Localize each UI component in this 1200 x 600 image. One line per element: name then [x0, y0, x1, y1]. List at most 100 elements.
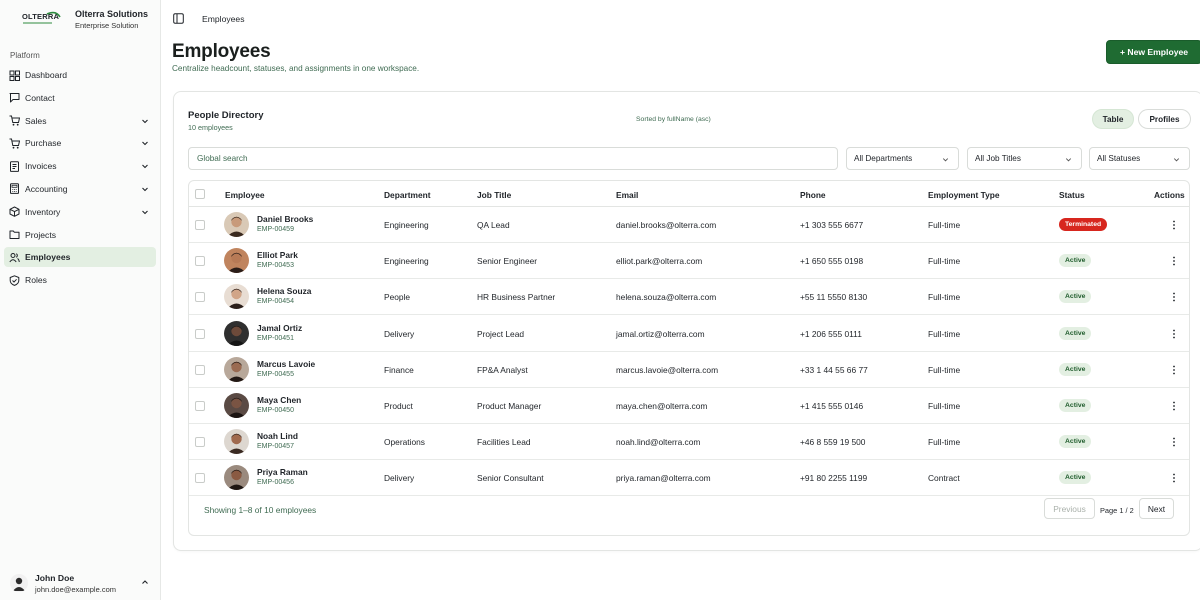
table-row[interactable]: Elliot Park EMP-00453 Engineering Senior En… — [189, 243, 1189, 280]
previous-page-button[interactable]: Previous — [1044, 498, 1095, 519]
row-checkbox[interactable] — [195, 364, 205, 375]
employee-id: EMP-00450 — [257, 407, 294, 414]
employment-type-cell: Full-time — [928, 401, 961, 411]
sidebar-item-accounting[interactable]: Accounting — [4, 179, 156, 199]
job-title-cell: QA Lead — [477, 220, 510, 230]
email-cell: elliot.park@olterra.com — [616, 256, 703, 267]
chevron-down-icon — [142, 119, 148, 123]
column-header-phone[interactable]: Phone — [800, 190, 826, 200]
table-row[interactable]: Marcus Lavoie EMP-00455 Finance FP&A Analys… — [189, 352, 1189, 388]
employee-name[interactable]: Marcus Lavoie — [257, 359, 315, 369]
column-header-department[interactable]: Department — [384, 190, 431, 200]
department-filter[interactable]: All Departments — [846, 147, 959, 170]
table-row[interactable]: Daniel Brooks EMP-00459 Engineering QA Lead… — [189, 207, 1189, 243]
more-vertical-icon[interactable] — [1169, 436, 1179, 448]
email-cell: priya.raman@olterra.com — [616, 473, 711, 484]
sidebar-item-purchase[interactable]: Purchase — [4, 133, 156, 153]
table-row[interactable]: Jamal Ortiz EMP-00451 Delivery Project Lead… — [189, 316, 1189, 352]
next-page-button[interactable]: Next — [1139, 498, 1174, 519]
brand[interactable]: OLTERRA Olterra Solutions Enterprise Sol… — [0, 0, 161, 38]
sidebar-item-contact[interactable]: Contact — [4, 88, 156, 108]
job-title-cell: Senior Consultant — [477, 473, 544, 484]
more-vertical-icon[interactable] — [1169, 291, 1179, 303]
job-title-cell: Facilities Lead — [477, 437, 531, 448]
employee-name[interactable]: Noah Lind — [257, 431, 298, 441]
more-vertical-icon[interactable] — [1169, 328, 1179, 340]
column-header-employment-type[interactable]: Employment Type — [928, 190, 1000, 200]
directory-title: People Directory — [188, 110, 264, 121]
column-header-status[interactable]: Status — [1059, 190, 1085, 200]
row-checkbox[interactable] — [195, 437, 205, 448]
employee-id: EMP-00453 — [257, 262, 294, 270]
more-vertical-icon[interactable] — [1169, 219, 1179, 231]
job-title-filter[interactable]: All Job Titles — [967, 147, 1082, 170]
sidebar-toggle-icon[interactable] — [173, 13, 184, 24]
table-row[interactable]: Maya Chen EMP-00450 Product Product Manager… — [189, 388, 1189, 424]
phone-cell: +46 8 559 19 500 — [800, 437, 866, 448]
view-table-button[interactable]: Table — [1092, 109, 1134, 129]
invoice-icon — [9, 160, 20, 172]
employment-type-cell: Contract — [928, 473, 960, 484]
sidebar-item-invoices[interactable]: Invoices — [4, 156, 156, 176]
more-vertical-icon[interactable] — [1169, 364, 1179, 376]
avatar — [224, 320, 249, 346]
row-checkbox[interactable] — [195, 473, 205, 484]
status-badge: Active — [1059, 435, 1092, 449]
employment-type-cell: Full-time — [928, 437, 961, 448]
global-search-input[interactable] — [188, 147, 838, 170]
select-all-checkbox[interactable] — [195, 189, 205, 199]
employee-id: EMP-00459 — [257, 226, 294, 233]
table-row[interactable]: Noah Lind EMP-00457 Operations Facilities L… — [189, 424, 1189, 461]
boxes-icon — [9, 206, 20, 218]
sidebar-item-label: Dashboard — [25, 70, 68, 80]
row-checkbox[interactable] — [195, 220, 205, 230]
department-cell: Delivery — [384, 328, 415, 339]
phone-cell: +55 11 5550 8130 — [800, 292, 868, 303]
column-header-email[interactable]: Email — [616, 190, 638, 200]
sidebar-item-roles[interactable]: Roles — [4, 270, 156, 290]
email-cell: jamal.ortiz@olterra.com — [616, 328, 705, 339]
table-row[interactable]: Helena Souza EMP-00454 People HR Business P… — [189, 279, 1189, 316]
row-checkbox[interactable] — [195, 401, 205, 411]
logo-arc-icon — [23, 11, 61, 24]
department-cell: Finance — [384, 364, 414, 375]
row-checkbox[interactable] — [195, 292, 205, 303]
employment-type-cell: Full-time — [928, 292, 961, 303]
status-badge: Active — [1059, 326, 1092, 340]
sidebar-item-employees[interactable]: Employees — [4, 247, 156, 268]
status-filter[interactable]: All Statuses — [1089, 147, 1190, 170]
employee-name[interactable]: Daniel Brooks — [257, 214, 313, 224]
avatar — [224, 356, 249, 382]
sidebar-item-projects[interactable]: Projects — [4, 225, 156, 245]
user-menu[interactable]: John Doe john.doe@example.com — [0, 568, 161, 600]
employee-name[interactable]: Maya Chen — [257, 395, 301, 405]
department-filter-value: All Departments — [854, 154, 913, 163]
sidebar-item-inventory[interactable]: Inventory — [4, 202, 156, 222]
more-vertical-icon[interactable] — [1169, 472, 1179, 484]
avatar — [224, 284, 249, 310]
table-header: Employee Department Job Title Email Phon… — [189, 181, 1189, 207]
employee-name[interactable]: Elliot Park — [257, 250, 298, 260]
phone-cell: +91 80 2255 1199 — [800, 473, 868, 484]
new-employee-button[interactable]: + New Employee — [1106, 40, 1200, 64]
row-checkbox[interactable] — [195, 328, 205, 339]
chevron-down-icon — [1065, 158, 1072, 162]
chevron-down-icon — [142, 210, 148, 215]
view-profiles-button[interactable]: Profiles — [1138, 109, 1191, 129]
row-checkbox[interactable] — [195, 256, 205, 267]
employee-name[interactable]: Helena Souza — [257, 286, 311, 296]
more-vertical-icon[interactable] — [1169, 400, 1179, 412]
column-header-job-title[interactable]: Job Title — [477, 190, 511, 200]
status-badge: Active — [1059, 362, 1092, 376]
chevron-up-icon — [142, 580, 148, 584]
sidebar-item-dashboard[interactable]: Dashboard — [4, 65, 156, 85]
people-directory-card: People Directory 10 employees Sorted by … — [173, 91, 1200, 551]
column-header-employee[interactable]: Employee — [225, 190, 265, 200]
sidebar-item-sales[interactable]: Sales — [4, 111, 156, 131]
employee-name[interactable]: Priya Raman — [257, 467, 308, 477]
column-header-actions: Actions — [1154, 190, 1185, 200]
avatar — [10, 574, 28, 592]
employee-name[interactable]: Jamal Ortiz — [257, 323, 302, 333]
top-bar: Employees — [161, 0, 1200, 38]
more-vertical-icon[interactable] — [1169, 255, 1179, 267]
